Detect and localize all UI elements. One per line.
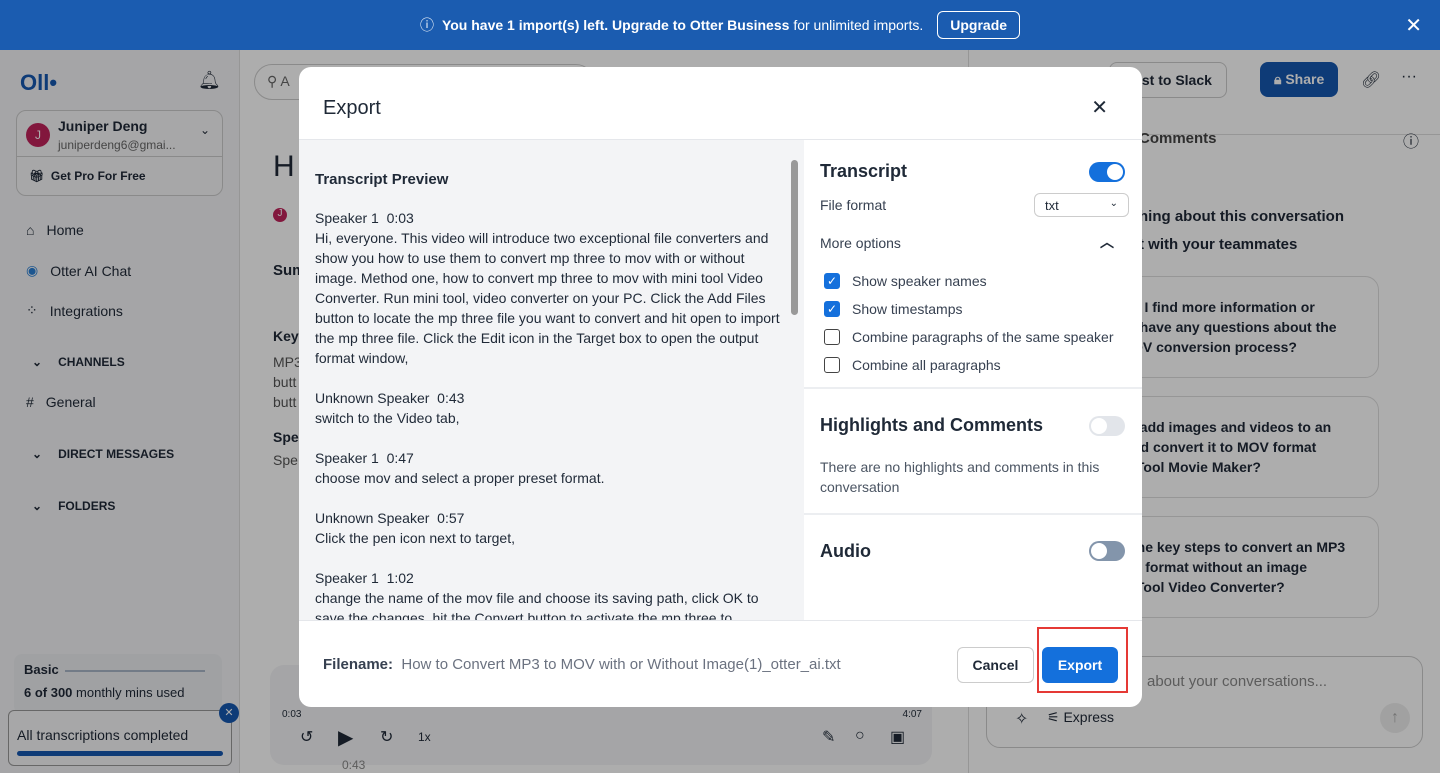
banner-text: You have 1 import(s) left. Upgrade to Ot… xyxy=(441,17,924,33)
info-icon: ⓘ xyxy=(419,17,434,33)
preview-scrollbar[interactable] xyxy=(790,150,798,610)
option-combine-speaker-paragraphs[interactable]: Combine paragraphs of the same speaker xyxy=(824,329,1113,345)
cancel-button[interactable]: Cancel xyxy=(957,647,1034,683)
file-format-select[interactable]: txt ⌄ xyxy=(1034,193,1129,217)
transcript-entry: Speaker 1 1:02 change the name of the mov… xyxy=(315,570,759,620)
transcript-toggle[interactable] xyxy=(1089,162,1125,182)
more-options-toggle[interactable]: More options xyxy=(820,235,901,251)
export-dialog: Export ✕ Transcript Preview Speaker 1 0:0… xyxy=(299,67,1142,707)
filename-label: Filename: xyxy=(323,656,394,673)
close-icon[interactable]: ✕ xyxy=(1091,95,1108,120)
highlights-toggle[interactable] xyxy=(1089,416,1125,436)
dialog-footer: Filename: How to Convert MP3 to MOV with… xyxy=(299,620,1142,707)
transcript-entry: Unknown Speaker 0:57 Click the pen icon n… xyxy=(315,510,515,546)
file-format-label: File format xyxy=(820,197,887,213)
transcript-heading: Transcript xyxy=(820,161,908,181)
chevron-down-icon: ⌄ xyxy=(1109,198,1118,209)
transcript-entry: Speaker 1 0:03 Hi, everyone. This video w… xyxy=(315,210,780,366)
transcript-entry: Speaker 1 0:47 choose mov and select a pr… xyxy=(315,450,605,486)
option-show-timestamps[interactable]: ✓ Show timestamps xyxy=(824,301,962,317)
option-show-speaker-names[interactable]: ✓ Show speaker names xyxy=(824,273,987,289)
option-combine-all-paragraphs[interactable]: Combine all paragraphs xyxy=(824,357,1001,373)
export-button[interactable]: Export xyxy=(1042,647,1118,683)
export-options: Transcript File format txt ⌄ More options… xyxy=(804,140,1142,620)
highlights-heading: Highlights and Comments xyxy=(820,415,1044,435)
close-banner-icon[interactable]: ✕ xyxy=(1405,13,1422,38)
audio-heading: Audio xyxy=(820,541,871,561)
no-highlights-text: There are no highlights and comments in … xyxy=(820,459,1100,495)
transcript-entry: Unknown Speaker 0:43 switch to the Video … xyxy=(315,390,465,426)
dialog-title: Export xyxy=(323,97,381,119)
preview-title: Transcript Preview xyxy=(315,171,449,188)
upgrade-button[interactable]: Upgrade xyxy=(937,11,1021,39)
chevron-up-icon[interactable]: ︿ xyxy=(1100,232,1114,252)
transcript-preview: Transcript Preview Speaker 1 0:03 Hi, eve… xyxy=(299,140,804,620)
filename-value: How to Convert MP3 to MOV with or Withou… xyxy=(401,656,841,673)
upgrade-banner: ⓘ You have 1 import(s) left. Upgrade to … xyxy=(0,0,1440,50)
audio-toggle[interactable] xyxy=(1089,541,1125,561)
